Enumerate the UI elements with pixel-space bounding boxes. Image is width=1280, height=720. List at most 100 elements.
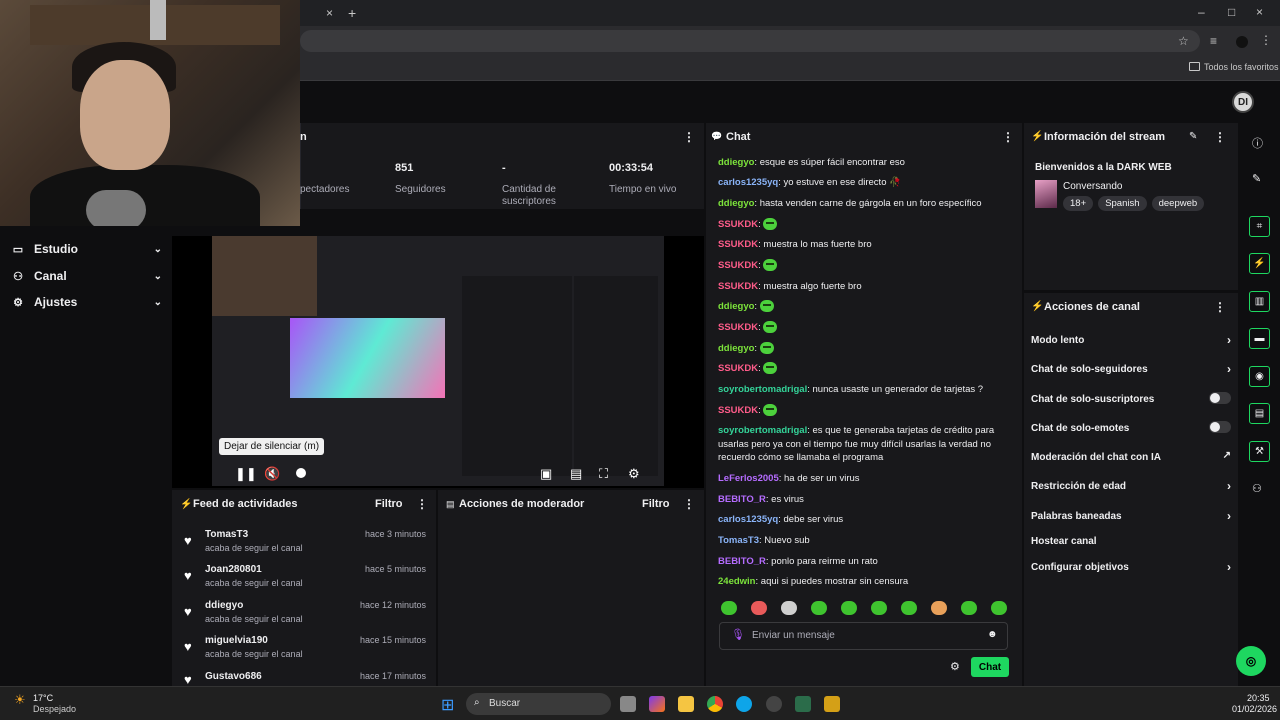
emote-icon[interactable]: [781, 601, 797, 615]
sidebar-item-estudio[interactable]: ▭ Estudio ⌄: [12, 242, 162, 256]
emote-icon[interactable]: [961, 601, 977, 615]
chat-username[interactable]: SSUKDK: [718, 239, 758, 250]
toggle-switch[interactable]: [1209, 421, 1231, 433]
support-button[interactable]: ◎: [1236, 646, 1266, 676]
emote-icon[interactable]: [931, 601, 947, 615]
channel-action-item[interactable]: Moderación del chat con IA ↗: [1031, 450, 1231, 463]
obs-icon[interactable]: [766, 696, 782, 712]
emote-icon[interactable]: [991, 601, 1007, 615]
toggle-switch[interactable]: [1209, 392, 1231, 404]
volume-slider-handle[interactable]: [296, 468, 306, 478]
broadcast-icon[interactable]: ◉: [1249, 366, 1270, 387]
chat-username[interactable]: SSUKDK: [718, 322, 758, 333]
info-icon[interactable]: ⓘ: [1252, 135, 1263, 151]
maximize-button[interactable]: □: [1228, 5, 1235, 19]
chat-username[interactable]: BEBITO_R: [718, 494, 766, 505]
fullscreen-icon[interactable]: ⛶: [599, 466, 608, 482]
mic-icon[interactable]: 🎙: [731, 628, 745, 641]
channel-action-item[interactable]: Palabras baneadas ›: [1031, 509, 1231, 523]
profile-icon[interactable]: [1236, 36, 1248, 48]
theater-icon[interactable]: ▤: [570, 466, 582, 482]
bolt-icon[interactable]: ⚡: [1249, 253, 1270, 274]
chat-username[interactable]: ddiegyo: [718, 198, 754, 209]
mod-menu-icon[interactable]: ⋮: [683, 497, 695, 511]
chat-username[interactable]: SSUKDK: [718, 405, 758, 416]
emote-icon[interactable]: [721, 601, 737, 615]
emote-icon[interactable]: [901, 601, 917, 615]
chat-icon[interactable]: ▬: [1249, 328, 1270, 349]
vscode-icon[interactable]: [795, 696, 811, 712]
emote-icon[interactable]: [811, 601, 827, 615]
channel-action-item[interactable]: Configurar objetivos ›: [1031, 560, 1231, 574]
task-view-icon[interactable]: [620, 696, 636, 712]
sidebar-item-canal[interactable]: ⚇ Canal ⌄: [12, 269, 162, 283]
feed-menu-icon[interactable]: ⋮: [416, 497, 428, 511]
chat-username[interactable]: SSUKDK: [718, 363, 758, 374]
feed-username[interactable]: TomasT3: [205, 529, 248, 540]
chat-menu-icon[interactable]: ⋮: [1002, 130, 1014, 144]
settings-icon[interactable]: ⚙: [628, 466, 640, 482]
pencil-icon[interactable]: ✎: [1252, 172, 1261, 185]
windows-start-icon[interactable]: ⊞: [441, 695, 454, 715]
feed-username[interactable]: miguelvia190: [205, 635, 268, 646]
channel-action-item[interactable]: Restricción de edad ›: [1031, 479, 1231, 493]
channel-action-item[interactable]: Modo lento ›: [1031, 333, 1231, 347]
taskbar-search[interactable]: [466, 693, 611, 715]
close-tab-icon[interactable]: ×: [326, 6, 333, 20]
minimize-button[interactable]: –: [1198, 5, 1205, 19]
info-menu-icon[interactable]: ⋮: [1214, 130, 1226, 144]
actions-menu-icon[interactable]: ⋮: [1214, 300, 1226, 314]
volume-icon[interactable]: 🔇: [264, 466, 280, 482]
emote-icon[interactable]: [871, 601, 887, 615]
url-field[interactable]: [300, 30, 1200, 52]
chat-username[interactable]: carlos1235yq: [718, 514, 778, 525]
pause-icon[interactable]: ❚❚: [235, 466, 257, 482]
chrome-icon[interactable]: [707, 696, 723, 712]
users-icon[interactable]: ⚇: [1252, 482, 1262, 495]
file-explorer-icon[interactable]: [678, 696, 694, 712]
app-icon[interactable]: [824, 696, 840, 712]
chat-username[interactable]: SSUKDK: [718, 260, 758, 271]
chat-username[interactable]: ddiegyo: [718, 157, 754, 168]
browser-menu-icon[interactable]: ⋮: [1260, 33, 1272, 47]
emote-icon[interactable]: [841, 601, 857, 615]
sidebar-item-ajustes[interactable]: ⚙ Ajustes ⌄: [12, 295, 162, 309]
edit-icon[interactable]: ✎: [1189, 131, 1197, 142]
reading-list-icon[interactable]: ≡: [1210, 34, 1217, 48]
copilot-icon[interactable]: [649, 696, 665, 712]
feed-username[interactable]: Gustavo686: [205, 671, 262, 682]
chat-username[interactable]: SSUKDK: [718, 281, 758, 292]
stats-menu-icon[interactable]: ⋮: [683, 130, 695, 144]
chat-username[interactable]: carlos1235yq: [718, 177, 778, 188]
edge-icon[interactable]: [736, 696, 752, 712]
feed-username[interactable]: ddiegyo: [205, 600, 243, 611]
crop-icon[interactable]: ⌗: [1249, 216, 1270, 237]
chat-username[interactable]: soyrobertomadrigal: [718, 384, 807, 395]
pip-icon[interactable]: ▣: [540, 466, 552, 482]
chat-username[interactable]: ddiegyo: [718, 343, 754, 354]
chat-username[interactable]: BEBITO_R: [718, 556, 766, 567]
feed-username[interactable]: Joan280801: [205, 564, 262, 575]
channel-action-item[interactable]: Chat de solo-emotes: [1031, 421, 1231, 434]
channel-action-item[interactable]: Chat de solo-suscriptores: [1031, 392, 1231, 405]
new-tab-button[interactable]: +: [348, 5, 356, 21]
chat-send-button[interactable]: Chat: [971, 657, 1009, 677]
emote-icon[interactable]: [751, 601, 767, 615]
chat-username[interactable]: 24edwin: [718, 576, 756, 587]
chat-username[interactable]: SSUKDK: [718, 219, 758, 230]
channel-action-item[interactable]: Hostear canal: [1031, 536, 1231, 547]
emoji-icon[interactable]: ☻: [987, 629, 998, 640]
chat-username[interactable]: LeFerlos2005: [718, 473, 779, 484]
window-close-button[interactable]: ×: [1256, 5, 1263, 19]
feed-filter-button[interactable]: Filtro: [375, 498, 403, 510]
channel-action-item[interactable]: Chat de solo-seguidores ›: [1031, 362, 1231, 376]
star-icon[interactable]: ☆: [1178, 34, 1189, 48]
chat-username[interactable]: ddiegyo: [718, 301, 754, 312]
user-avatar[interactable]: DI: [1232, 91, 1254, 113]
chat-settings-icon[interactable]: ⚙: [950, 660, 960, 673]
layout-icon[interactable]: ▤: [1249, 403, 1270, 424]
clipboard-icon[interactable]: ▥: [1249, 291, 1270, 312]
wrench-icon[interactable]: ⚒: [1249, 441, 1270, 462]
chat-username[interactable]: soyrobertomadrigal: [718, 425, 807, 436]
all-bookmarks-link[interactable]: Todos los favoritos: [1204, 62, 1279, 72]
